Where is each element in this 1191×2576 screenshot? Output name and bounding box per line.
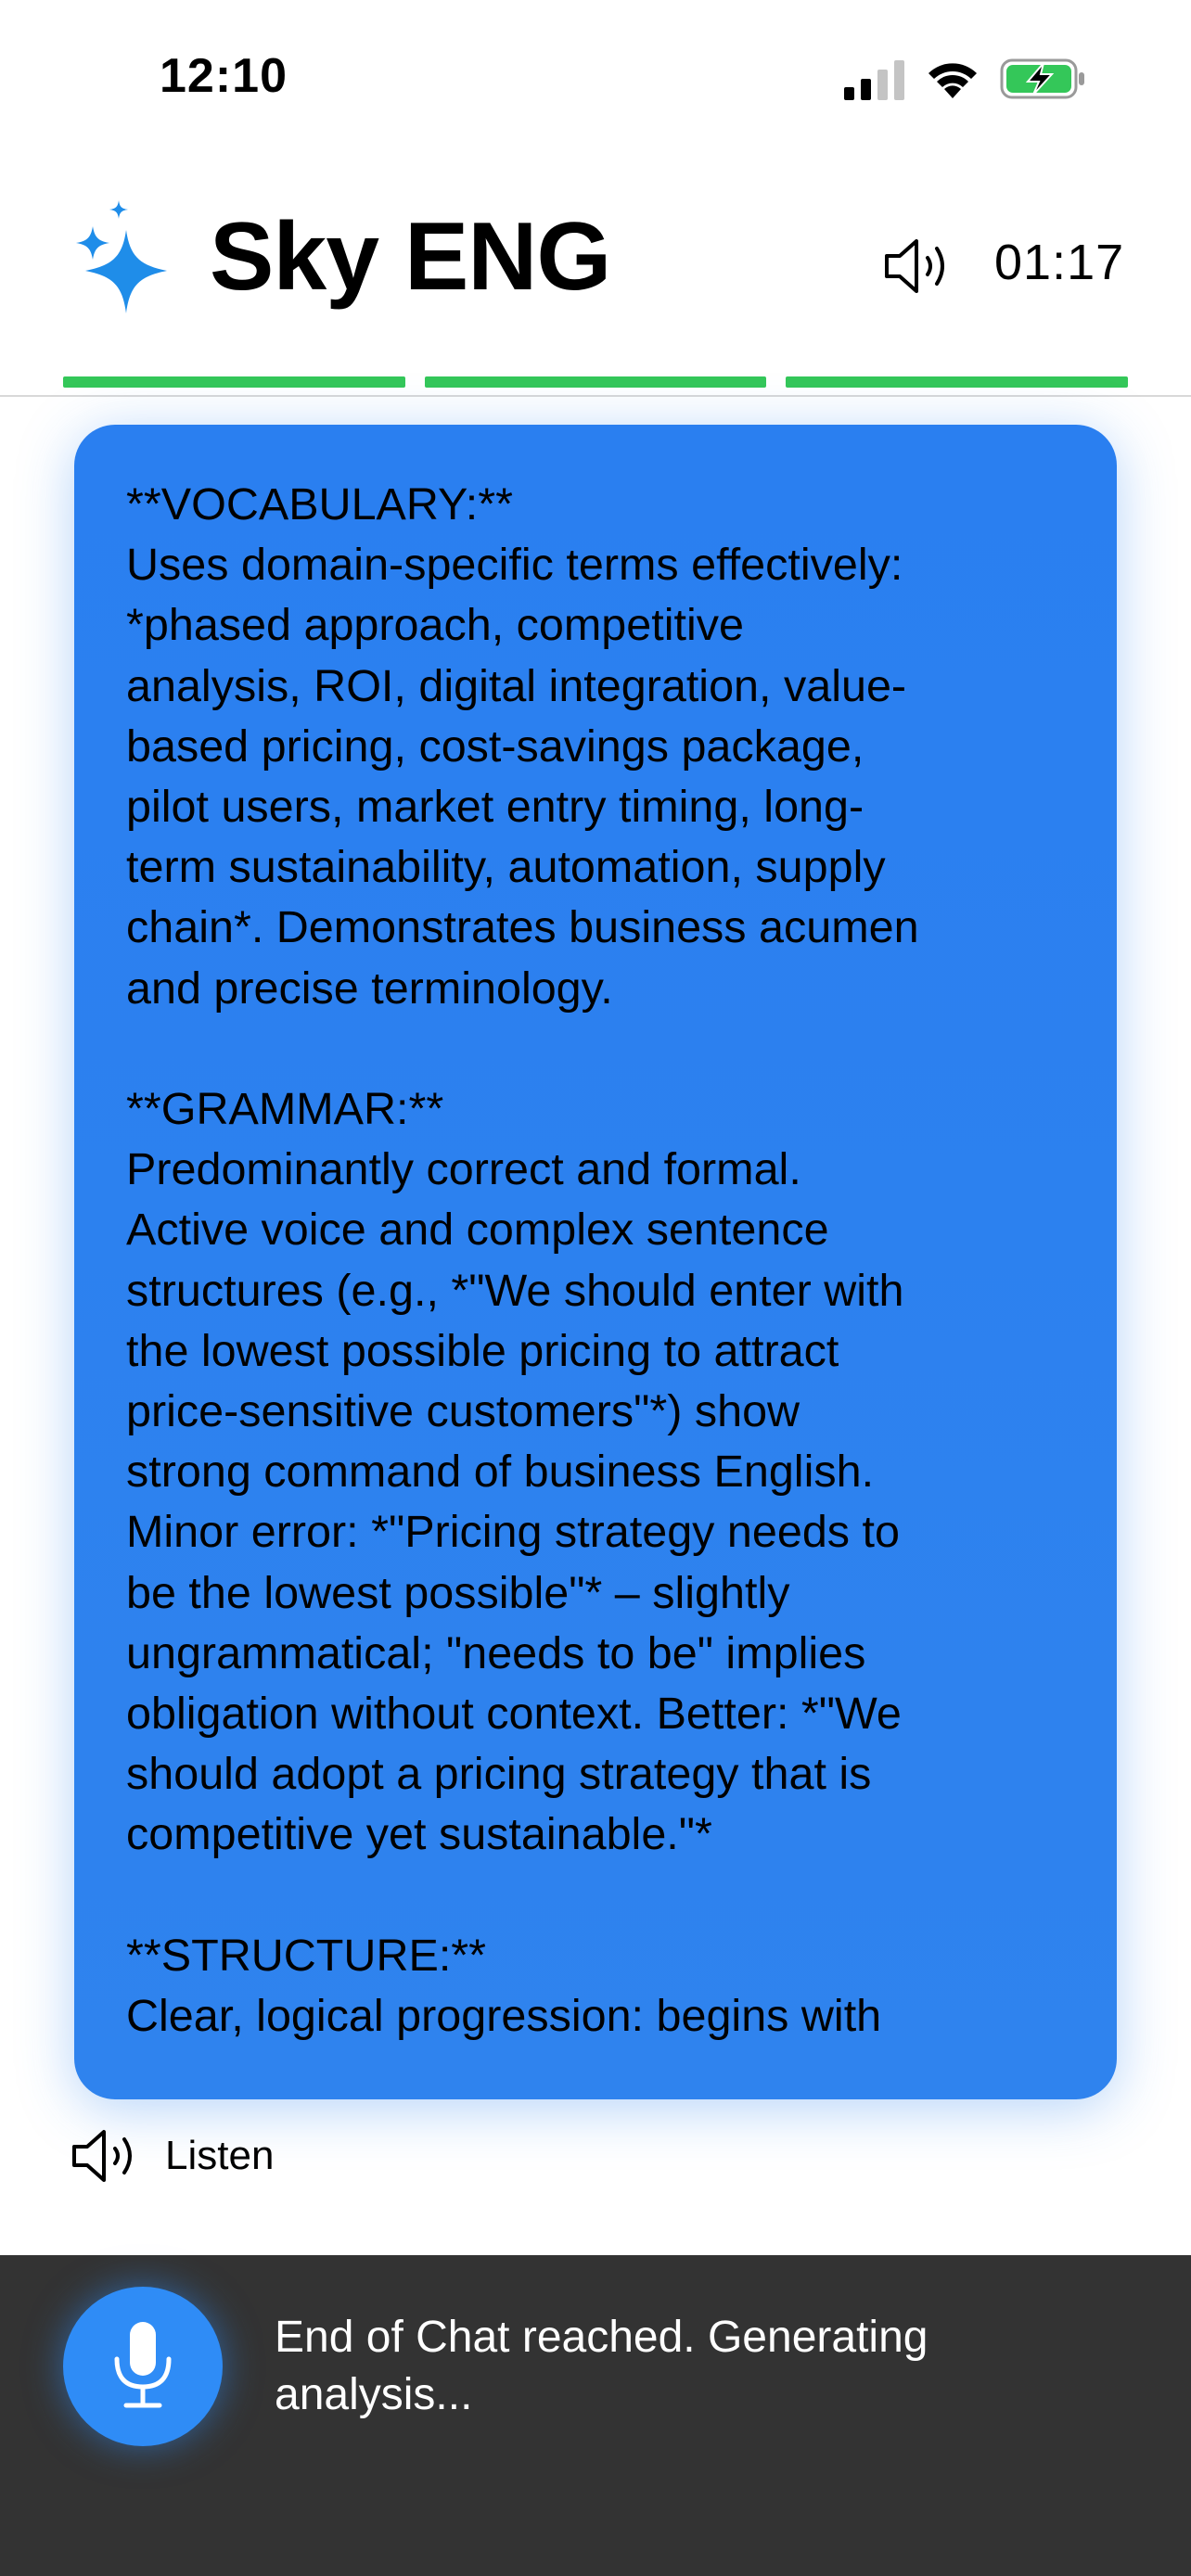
message-text: **VOCABULARY:** Uses domain-specific ter…	[126, 479, 919, 2042]
progress-segment-1	[63, 376, 405, 388]
status-bar: 12:10	[0, 0, 1191, 158]
progress-segment-3	[786, 376, 1128, 388]
microphone-button[interactable]	[63, 2287, 223, 2446]
session-timer: 01:17	[994, 235, 1125, 290]
cellular-signal-icon	[844, 60, 904, 100]
progress-segment-2	[425, 376, 766, 388]
sparkles-icon	[76, 200, 167, 313]
wifi-icon	[928, 63, 977, 98]
assistant-message-bubble[interactable]: **VOCABULARY:** Uses domain-specific ter…	[74, 425, 1117, 2099]
speaker-wave-icon[interactable]	[881, 234, 955, 299]
status-time: 12:10	[160, 49, 288, 103]
speaker-wave-icon	[72, 2130, 132, 2182]
chat-status-message: End of Chat reached. Generating analysis…	[275, 2313, 928, 2419]
listen-label: Listen	[165, 2133, 275, 2178]
app-title: Sky ENG	[210, 203, 611, 311]
battery-charging-icon	[1000, 58, 1084, 99]
microphone-icon	[114, 2322, 172, 2408]
listen-button[interactable]: Listen	[70, 2123, 274, 2188]
